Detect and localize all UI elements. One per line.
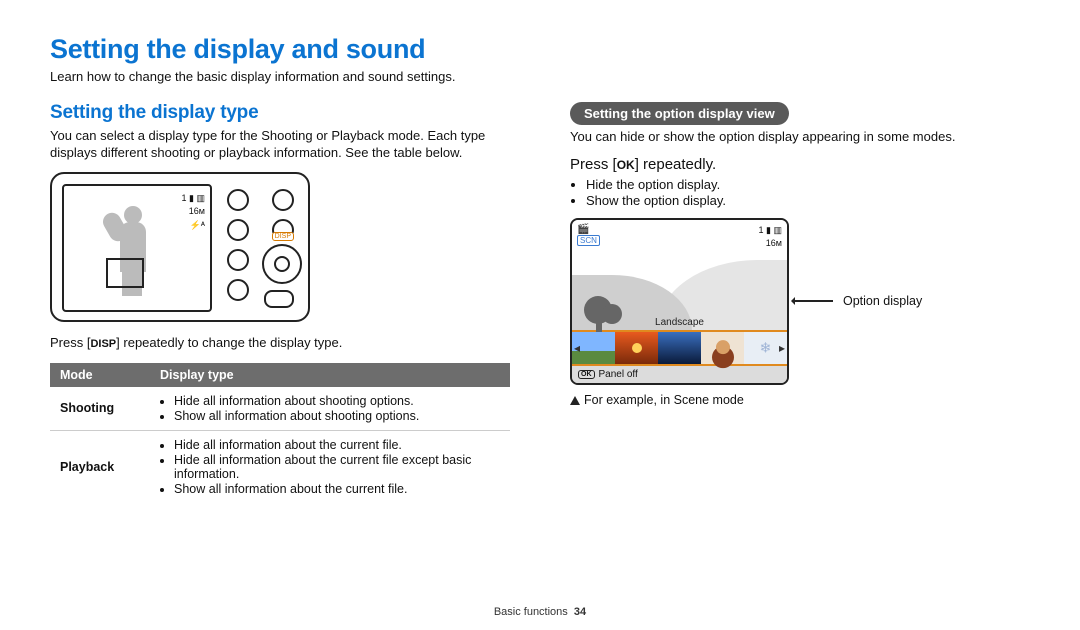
flash-auto-icon: ⚡ᴬ — [182, 219, 205, 233]
triangle-icon — [570, 396, 580, 405]
page-intro: Learn how to change the basic display in… — [50, 69, 1030, 84]
megapixel-icon: 16ᴍ — [759, 237, 782, 251]
focus-rectangle — [106, 258, 144, 288]
scene-thumbnail: ◂ — [572, 332, 615, 364]
list-item: Hide all information about the current f… — [174, 453, 500, 481]
scene-thumbnail — [658, 332, 701, 364]
camera-button — [227, 219, 249, 241]
ok-chip: OK — [617, 158, 635, 172]
panel-off-label: Panel off — [599, 369, 638, 380]
right-column: Setting the option display view You can … — [570, 102, 1030, 503]
scene-thumbnail: ▸ — [744, 332, 787, 364]
table-header-display-type: Display type — [150, 363, 510, 387]
disp-chip: DISP — [90, 338, 116, 350]
list-item: Hide all information about the current f… — [174, 438, 500, 452]
display-type-paragraph: You can select a display type for the Sh… — [50, 128, 510, 162]
example-note: For example, in Scene mode — [570, 393, 1030, 407]
display-type-table: Mode Display type Shooting Hide all info… — [50, 363, 510, 503]
list-item: Show the option display. — [586, 193, 1030, 208]
table-row-mode: Shooting — [50, 387, 150, 431]
list-item: Hide all information about shooting opti… — [174, 394, 500, 408]
option-display-paragraph: You can hide or show the option display … — [570, 129, 1030, 146]
camera-diagram: 1 ▮ ▥ 16ᴍ ⚡ᴬ DISP — [50, 172, 510, 322]
page-footer: Basic functions 34 — [0, 606, 1080, 618]
callout-arrow-icon — [793, 300, 833, 302]
table-row: Playback Hide all information about the … — [50, 430, 510, 503]
camera-button — [227, 249, 249, 271]
landscape-label: Landscape — [655, 317, 704, 328]
camera-dpad — [262, 244, 302, 284]
option-thumbnails: ◂ ▸ — [572, 330, 787, 366]
list-item: Show all information about the current f… — [174, 482, 500, 496]
table-header-mode: Mode — [50, 363, 150, 387]
scn-mode-icon: SCN — [577, 235, 600, 246]
lcd-screenshot: 🎬 SCN 1 ▮ ▥ 16ᴍ Landscape ◂ — [570, 218, 789, 385]
scene-thumbnail — [615, 332, 658, 364]
scene-thumbnail — [701, 332, 744, 364]
disp-button-callout: DISP — [272, 232, 294, 242]
camera-button — [227, 189, 249, 211]
left-column: Setting the display type You can select … — [50, 102, 510, 503]
press-ok-instruction: Press [OK] repeatedly. — [570, 156, 1030, 173]
camera-button — [227, 279, 249, 301]
table-row-mode: Playback — [50, 430, 150, 503]
battery-indicator-icon: 1 ▮ ▥ — [759, 224, 782, 238]
section-heading-display-type: Setting the display type — [50, 102, 510, 124]
chevron-left-icon: ◂ — [574, 341, 580, 355]
subsection-pill: Setting the option display view — [570, 102, 789, 125]
list-item: Hide the option display. — [586, 177, 1030, 192]
camera-button — [264, 290, 294, 308]
camera-button — [272, 189, 294, 211]
battery-indicator-icon: 1 ▮ ▥ — [182, 192, 205, 206]
ok-mini-icon: OK — [578, 370, 595, 379]
page-title: Setting the display and sound — [50, 34, 1030, 65]
list-item: Show all information about shooting opti… — [174, 409, 500, 423]
megapixel-icon: 16ᴍ — [182, 205, 205, 219]
chevron-right-icon: ▸ — [779, 341, 785, 355]
disp-caption: Press [DISP] repeatedly to change the di… — [50, 335, 510, 350]
camera-screen: 1 ▮ ▥ 16ᴍ ⚡ᴬ — [62, 184, 212, 312]
option-display-label: Option display — [843, 294, 922, 308]
tree-icon — [584, 296, 612, 324]
page-number: 34 — [574, 606, 586, 618]
film-icon: 🎬 — [577, 224, 600, 235]
table-row: Shooting Hide all information about shoo… — [50, 387, 510, 431]
